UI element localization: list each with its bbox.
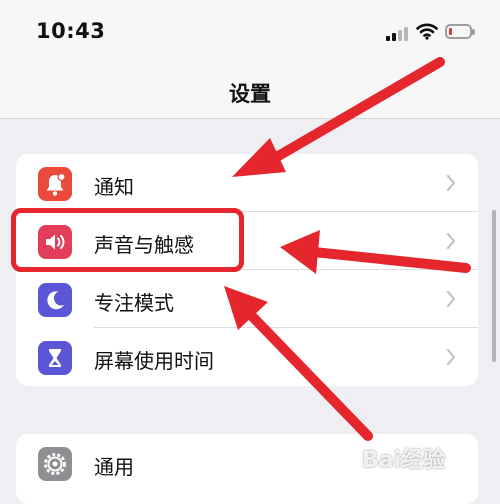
watermark: Bai经验 [362, 448, 446, 473]
arrow-to-sounds [280, 230, 471, 274]
arrow-to-notifications [232, 57, 445, 177]
annotation-arrows [224, 57, 471, 441]
arrow-to-focus [224, 286, 373, 441]
